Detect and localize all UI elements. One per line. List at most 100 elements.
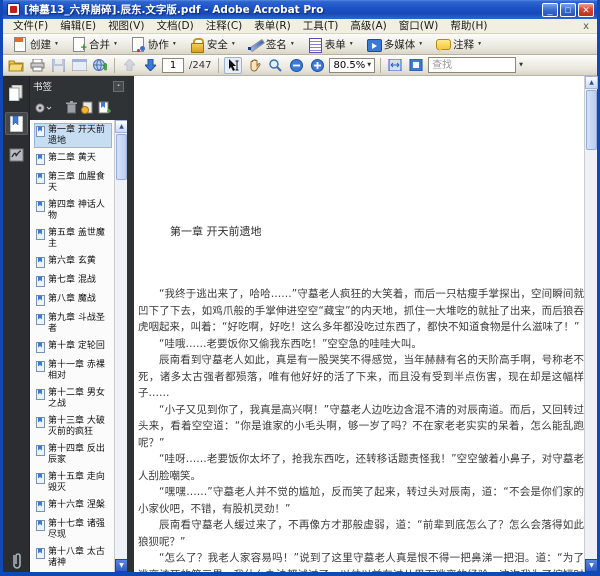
panel-menu-button[interactable]: ▪ — [113, 80, 124, 92]
task-button-label: 注释 — [453, 38, 475, 51]
delete-trash-icon[interactable] — [66, 101, 77, 114]
bookmark-item[interactable]: 第十三章 大破灭前的疯狂 — [34, 414, 112, 439]
bookmark-item[interactable]: 第六章 玄黄 — [34, 254, 112, 270]
attachments-panel-tab[interactable] — [5, 549, 28, 572]
bookmarks-scrollbar[interactable]: ▲ ▼ — [114, 120, 128, 572]
bookmarks-panel-tab[interactable] — [4, 112, 28, 135]
bookmark-item[interactable]: 第九章 斗战圣者 — [34, 311, 112, 336]
close-button[interactable]: ✕ — [578, 2, 594, 17]
bookmark-page-icon — [36, 173, 45, 184]
new-bookmark-icon[interactable] — [98, 101, 112, 114]
bookmark-item[interactable]: 第五章 盖世魔主 — [34, 226, 112, 251]
bookmarks-panel: 书签 ▪ 第一章 开天前遗地 第二章 黄天 第三章 血腥食天 第四章 神话人物 … — [30, 76, 128, 572]
bookmark-item[interactable]: 第十八章 太古诸神 — [34, 545, 112, 570]
menubar-close-icon[interactable]: x — [579, 21, 593, 32]
bookmark-item[interactable]: 第十六章 涅槃 — [34, 498, 112, 514]
bookmark-item[interactable]: 第一章 开天前遗地 — [34, 123, 112, 148]
zoom-out-button[interactable] — [287, 57, 305, 74]
task-button[interactable]: 合并 ▼ — [66, 35, 123, 54]
bookmark-item[interactable]: 第十二章 男女之战 — [34, 386, 112, 411]
open-file-button[interactable] — [7, 57, 25, 74]
menu-item[interactable]: 编辑(E) — [54, 19, 102, 33]
save-button[interactable] — [49, 57, 67, 74]
bookmark-item[interactable]: 第十七章 诸强尽现 — [34, 517, 112, 542]
bookmark-item[interactable]: 第十一章 赤裸相对 — [34, 358, 112, 383]
document-scrollbar[interactable]: ▲ ▼ — [584, 76, 598, 572]
bookmark-label: 第十三章 大破灭前的疯狂 — [48, 416, 105, 437]
next-page-button[interactable] — [141, 57, 159, 74]
menu-item[interactable]: 窗口(W) — [393, 19, 445, 33]
task-button-label: 多媒体 — [383, 38, 416, 51]
dropdown-caret-icon: ▼ — [289, 41, 295, 47]
arrow-down-icon — [144, 59, 156, 71]
sign-pen-icon — [247, 37, 263, 52]
bookmark-page-icon — [36, 417, 45, 428]
menu-item[interactable]: 表单(R) — [248, 19, 297, 33]
scrollbar-thumb[interactable] — [116, 134, 127, 180]
menu-item[interactable]: 高级(A) — [344, 19, 392, 33]
scroll-up-icon[interactable]: ▲ — [585, 76, 598, 89]
task-button[interactable]: 安全 ▼ — [184, 35, 241, 54]
highlight-bookmark-icon[interactable] — [81, 101, 94, 114]
previous-page-button[interactable] — [120, 57, 138, 74]
task-button[interactable]: 签名 ▼ — [243, 35, 300, 54]
bookmark-item[interactable]: 第二章 黄天 — [34, 151, 112, 167]
email-snapshot-button[interactable] — [70, 57, 88, 74]
scrollbar-thumb[interactable] — [586, 90, 597, 150]
bookmark-item[interactable]: 第七章 混战 — [34, 273, 112, 289]
upload-web-button[interactable] — [91, 57, 109, 74]
bookmark-page-icon — [36, 295, 45, 306]
bookmark-page-icon — [36, 201, 45, 212]
task-button[interactable]: 协作 ▼ — [125, 35, 182, 54]
menu-item[interactable]: 视图(V) — [102, 19, 150, 33]
signature-icon — [9, 148, 24, 162]
dropdown-caret-icon: ▼ — [477, 41, 483, 47]
menu-item[interactable]: 工具(T) — [297, 19, 345, 33]
bookmark-item[interactable]: 第十四章 反出辰家 — [34, 442, 112, 467]
bookmark-item[interactable]: 第八章 魔战 — [34, 292, 112, 308]
page-number-input[interactable] — [162, 57, 184, 73]
title-bar: [神墓13_六界崩碎].辰东.文字版.pdf - Adobe Acrobat P… — [3, 0, 597, 19]
bookmark-item[interactable]: 第三章 血腥食天 — [34, 170, 112, 195]
options-gear-icon[interactable] — [34, 102, 52, 114]
bookmark-page-icon — [36, 473, 45, 484]
signatures-panel-tab[interactable] — [5, 143, 28, 166]
menu-item[interactable]: 注释(C) — [200, 19, 249, 33]
menu-item[interactable]: 文档(D) — [150, 19, 199, 33]
toolbar-separator — [218, 57, 220, 73]
print-button[interactable] — [28, 57, 46, 74]
fit-page-button[interactable] — [407, 57, 425, 74]
find-options-caret-icon[interactable]: ▼ — [519, 62, 523, 68]
zoom-level-select[interactable]: 80.5% ▼ — [329, 57, 376, 73]
document-pane: 第一章 开天前遗地 “我终于逃出来了，哈哈……”守墓老人疯狂的大笑着，而后一只枯… — [127, 76, 584, 572]
bookmark-item[interactable]: 第十章 定轮回 — [34, 339, 112, 355]
zoom-in-button[interactable] — [308, 57, 326, 74]
pdf-page: 第一章 开天前遗地 “我终于逃出来了，哈哈……”守墓老人疯狂的大笑着，而后一只枯… — [134, 76, 584, 572]
dropdown-caret-icon: ▼ — [418, 41, 424, 47]
minimize-button[interactable]: _ — [542, 2, 558, 17]
pages-panel-tab[interactable] — [5, 81, 28, 104]
combine-files-icon — [71, 36, 87, 54]
task-button[interactable]: 多媒体 ▼ — [361, 35, 428, 54]
maximize-button[interactable]: □ — [560, 2, 576, 17]
select-tool-button[interactable] — [224, 56, 243, 74]
panel-title: 书签 — [33, 82, 53, 93]
paragraph: 辰南看到守墓老人如此，真是有一股哭笑不得感觉，当年赫赫有名的天阶高手啊，号称老不… — [138, 354, 584, 399]
zoom-marquee-button[interactable] — [266, 57, 284, 74]
fit-width-button[interactable] — [386, 57, 404, 74]
bookmark-item[interactable]: 第四章 神话人物 — [34, 198, 112, 223]
create-pdf-icon — [12, 36, 27, 52]
menu-item[interactable]: 文件(F) — [7, 19, 54, 33]
folder-icon — [8, 59, 24, 72]
menu-item[interactable]: 帮助(H) — [444, 19, 493, 33]
scroll-down-icon[interactable]: ▼ — [585, 559, 598, 572]
task-button[interactable]: 注释 ▼ — [430, 35, 487, 54]
paragraph: “我终于逃出来了，哈哈……”守墓老人疯狂的大笑着，而后一只枯瘦手掌探出，空间瞬间… — [138, 288, 584, 333]
paperclip-icon — [10, 552, 22, 570]
bookmark-label: 第二章 黄天 — [48, 153, 96, 163]
task-button[interactable]: 表单 ▼ — [302, 35, 359, 54]
find-input[interactable] — [428, 57, 517, 73]
task-button[interactable]: 创建 ▼ — [7, 35, 64, 54]
bookmark-item[interactable]: 第十五章 走向毁灭 — [34, 470, 112, 495]
hand-tool-button[interactable] — [245, 57, 263, 74]
